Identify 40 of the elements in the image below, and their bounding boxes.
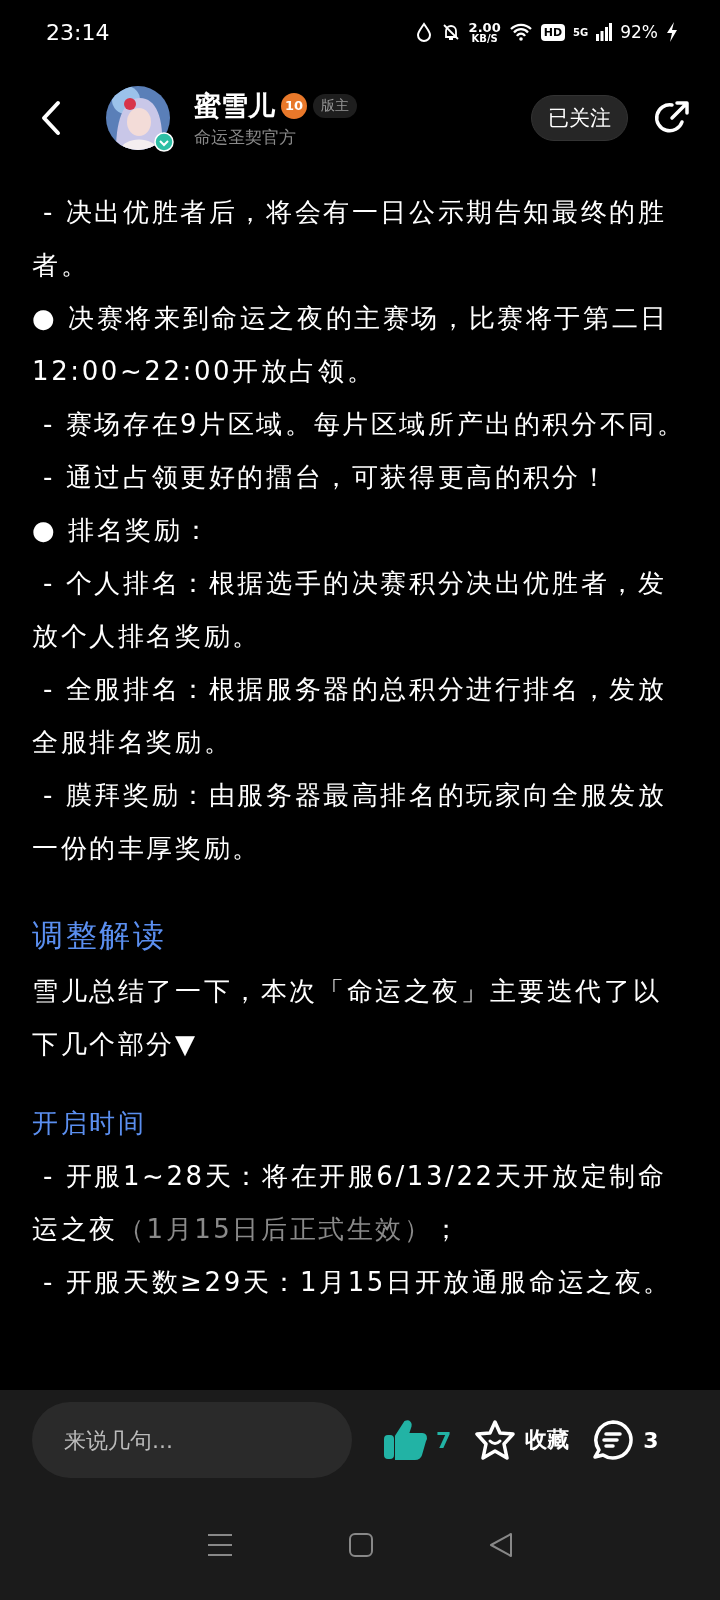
- home-square-icon[interactable]: [348, 1532, 374, 1558]
- network-speed: 2.00 KB/S: [468, 20, 501, 44]
- back-icon[interactable]: [40, 100, 62, 136]
- paragraph: - 决出优胜者后，将会有一日公示期告知最终的胜者。: [32, 196, 668, 282]
- level-badge: 10: [281, 92, 307, 119]
- follow-button[interactable]: 已关注: [531, 95, 628, 141]
- role-tag: 版主: [313, 93, 357, 118]
- paragraph: - 全服排名：根据服务器的总积分进行排名，发放全服排名奖励。: [32, 673, 668, 759]
- paragraph: 雪儿总结了一下，本次「命运之夜」主要迭代了以下几个部分▼: [32, 975, 663, 1061]
- favorite-label[interactable]: 收藏: [525, 1425, 570, 1455]
- status-time: 23:14: [46, 19, 110, 45]
- drop-icon: [414, 22, 433, 42]
- comment-count: 3: [643, 1427, 659, 1453]
- battery-percent: 92%: [620, 22, 658, 42]
- network-type: 5G: [573, 26, 589, 38]
- like-count: 7: [436, 1427, 452, 1453]
- paragraph: - 开服天数≥29天：1月15日开放通服命运之夜。: [41, 1266, 674, 1299]
- comment-input[interactable]: 来说几句...: [32, 1402, 352, 1478]
- paragraph: - 膜拜奖励：由服务器最高排名的玩家向全服发放一份的丰厚奖励。: [32, 779, 668, 865]
- author-subtitle: 命运圣契官方: [194, 125, 297, 149]
- menu-icon[interactable]: [207, 1533, 234, 1557]
- section-heading: 调整解读: [32, 916, 168, 955]
- back-triangle-icon[interactable]: [488, 1532, 513, 1558]
- subsection-heading: 开启时间: [32, 1107, 148, 1140]
- paragraph: ● 决赛将来到命运之夜的主赛场，比赛将于第二日12:00~22:00开放占领。: [32, 302, 670, 388]
- wifi-icon: [508, 23, 533, 41]
- charging-icon: [666, 22, 678, 42]
- paragraph: - 赛场存在9片区域。每片区域所产出的积分不同。: [41, 408, 687, 441]
- verified-badge-icon: [154, 132, 174, 152]
- hd-badge: HD: [540, 23, 566, 41]
- thumbs-up-icon[interactable]: [384, 1419, 428, 1461]
- author-name: 蜜雪儿: [194, 88, 275, 123]
- paragraph: - 开服1~28天：将在开服6/13/22天开放定制命运之夜（1月15日后正式生效）；: [32, 1160, 668, 1246]
- signal-icon: [596, 23, 613, 41]
- comment-icon[interactable]: [591, 1419, 636, 1461]
- paragraph: ● 排名奖励：: [32, 514, 213, 547]
- bell-muted-icon: [440, 22, 461, 42]
- paragraph: - 个人排名：根据选手的决赛积分决出优胜者，发放个人排名奖励。: [32, 567, 668, 653]
- paragraph: - 通过占领更好的擂台，可获得更高的积分！: [41, 461, 611, 494]
- star-icon[interactable]: [473, 1419, 518, 1461]
